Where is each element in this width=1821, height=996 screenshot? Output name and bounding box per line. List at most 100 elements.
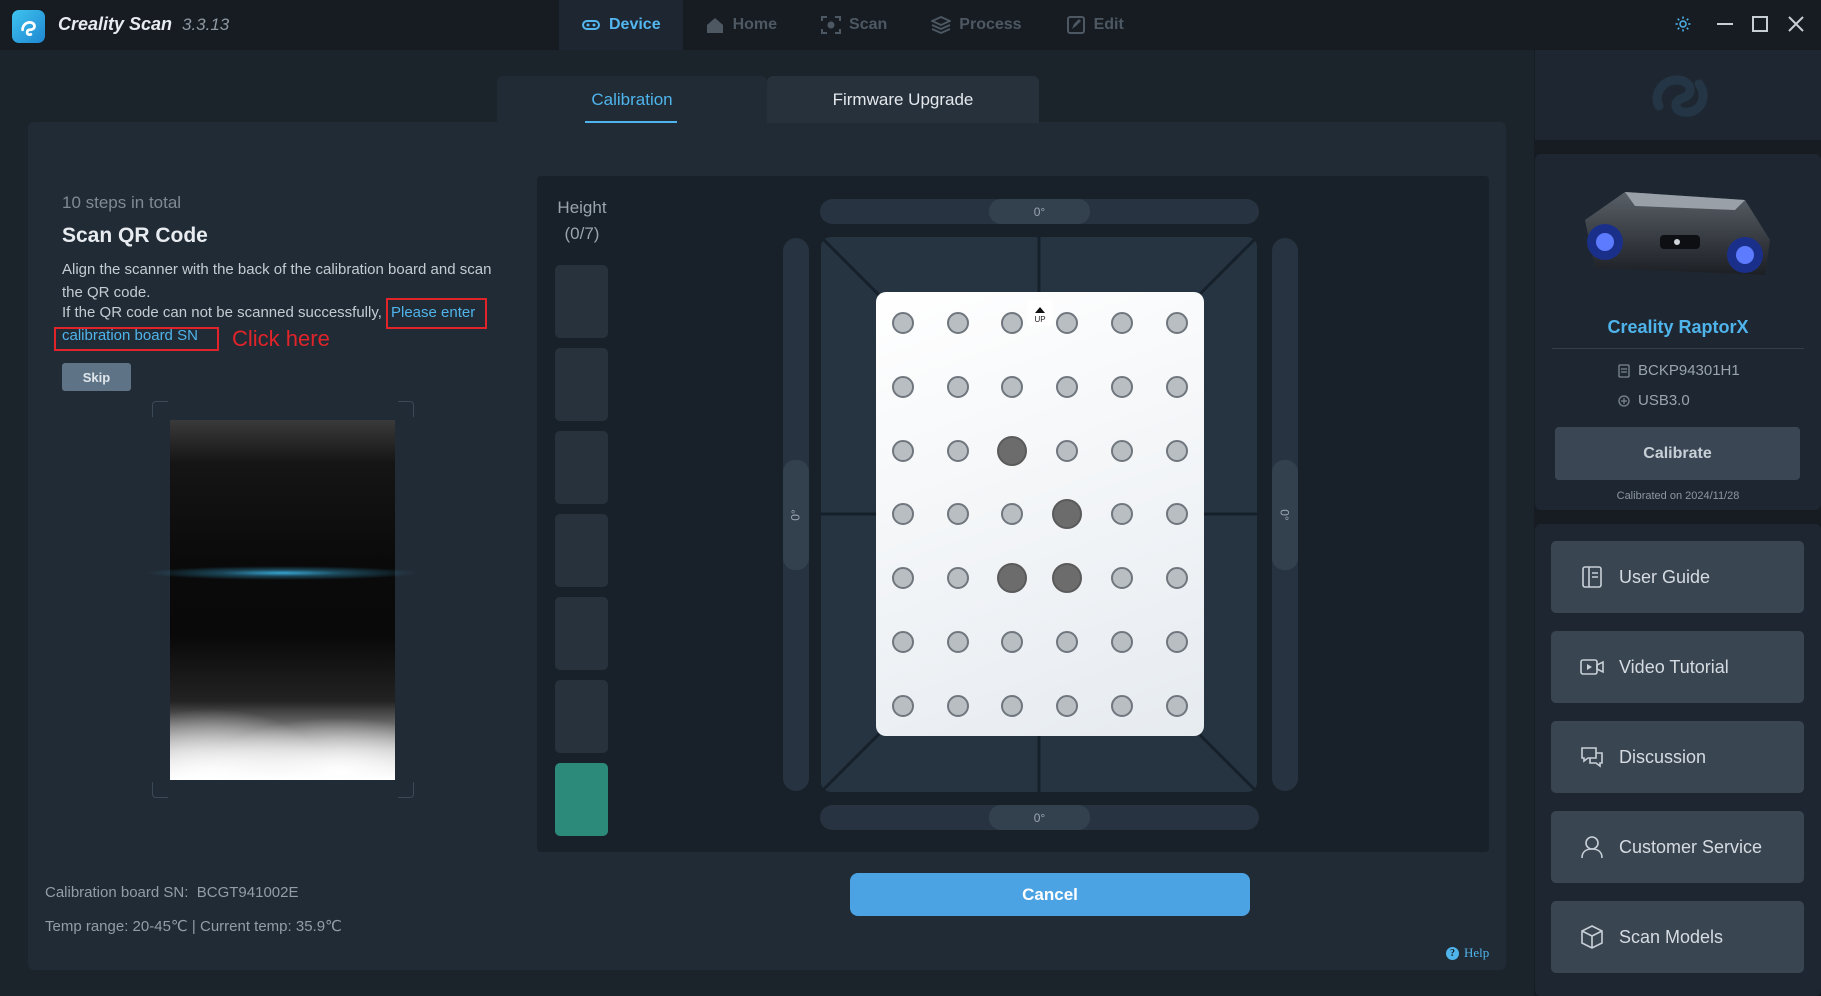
sn-label: Calibration board SN: <box>45 884 189 901</box>
calibrate-button[interactable]: Calibrate <box>1555 427 1800 480</box>
calibration-dot <box>892 694 914 717</box>
left-angle-value: 0° <box>783 460 809 570</box>
layers-icon <box>931 16 952 34</box>
bottom-angle-value: 0° <box>989 805 1090 830</box>
annotation-box-2 <box>54 327 219 351</box>
tab-edit-label: Edit <box>1093 16 1124 33</box>
device-connection: USB3.0 <box>1617 392 1690 409</box>
height-level-7 <box>555 265 608 338</box>
device-connection-value: USB3.0 <box>1638 392 1690 409</box>
calibration-dot <box>1165 694 1188 717</box>
calibration-dot <box>1165 375 1188 398</box>
active-tab-indicator <box>585 121 677 123</box>
calibration-dot <box>1056 631 1079 653</box>
tab-calibration[interactable]: Calibration <box>497 76 767 123</box>
tab-device[interactable]: Device <box>559 0 683 50</box>
height-level-1 <box>555 763 608 836</box>
serial-icon <box>1618 363 1630 378</box>
camera-preview-image <box>170 420 395 780</box>
brand-logo-icon <box>1652 75 1708 117</box>
app-version: 3.3.13 <box>182 15 230 34</box>
calibration-dot <box>946 631 969 653</box>
tab-process[interactable]: Process <box>909 0 1043 50</box>
calibration-dot <box>1165 312 1188 334</box>
chat-icon <box>1581 747 1603 768</box>
calibration-dot <box>892 375 914 398</box>
steps-total: 10 steps in total <box>62 193 182 212</box>
app-logo-icon <box>12 10 45 43</box>
home-icon <box>706 18 723 33</box>
user-guide-button[interactable]: User Guide <box>1551 541 1804 613</box>
calibration-dot <box>1110 567 1133 590</box>
calibration-board <box>876 292 1204 736</box>
calibration-dot <box>1165 503 1188 526</box>
calibration-dot <box>1165 567 1188 590</box>
discussion-button[interactable]: Discussion <box>1551 721 1804 793</box>
device-serial: BCKP94301H1 <box>1617 362 1740 379</box>
calibration-dot <box>1165 631 1188 653</box>
settings-gear-icon[interactable] <box>1671 12 1695 36</box>
close-icon[interactable] <box>1784 12 1808 36</box>
usb-icon <box>1618 394 1630 407</box>
calibration-dot <box>946 503 969 526</box>
cancel-button[interactable]: Cancel <box>850 873 1250 916</box>
calibration-dot <box>946 567 969 590</box>
calibration-dot <box>1056 439 1079 462</box>
right-angle-value: 0° <box>1272 460 1298 570</box>
calibration-dot <box>946 694 969 717</box>
scanner-device-image <box>1585 192 1770 275</box>
calibrated-date: Calibrated on 2024/11/28 <box>1616 490 1740 502</box>
height-label: Height <box>557 198 607 217</box>
calibration-dot <box>892 439 914 462</box>
device-name: Creality RaptorX <box>1607 317 1749 337</box>
tab-calibration-label: Calibration <box>591 89 673 109</box>
up-marker: UP <box>1027 300 1053 326</box>
video-tutorial-button[interactable]: Video Tutorial <box>1551 631 1804 703</box>
calibration-dot <box>1056 375 1079 398</box>
cube-icon <box>1581 925 1603 949</box>
customer-service-button[interactable]: Customer Service <box>1551 811 1804 883</box>
calibration-dot <box>1110 439 1133 462</box>
calibration-dot <box>1110 375 1133 398</box>
device-divider <box>1552 348 1804 349</box>
annotation-click-here: Click here <box>232 326 330 351</box>
calibration-dot <box>892 312 914 334</box>
tab-home[interactable]: Home <box>683 0 799 50</box>
tab-device-label: Device <box>609 16 661 33</box>
tab-edit[interactable]: Edit <box>1044 0 1146 50</box>
height-level-3 <box>555 597 608 670</box>
customer-service-label: Customer Service <box>1619 836 1763 857</box>
headset-icon <box>1581 836 1603 859</box>
skip-button[interactable]: Skip <box>62 363 131 391</box>
height-progress: (0/7) <box>564 224 600 243</box>
height-level-5 <box>555 431 608 504</box>
height-indicator-label: Height (0/7) <box>537 195 627 247</box>
device-serial-value: BCKP94301H1 <box>1638 362 1740 379</box>
calibration-dot <box>1056 312 1079 334</box>
left-angle-text: 0° <box>788 509 803 521</box>
scan-line <box>146 566 418 580</box>
tab-firmware-label: Firmware Upgrade <box>832 89 974 109</box>
calibration-dot <box>1110 312 1133 334</box>
maximize-icon[interactable] <box>1748 12 1772 36</box>
tab-home-label: Home <box>732 16 778 33</box>
tab-firmware-upgrade[interactable]: Firmware Upgrade <box>767 76 1039 123</box>
calibration-dot <box>892 631 914 653</box>
minimize-icon[interactable] <box>1713 12 1737 36</box>
help-link[interactable]: ? Help <box>1446 945 1489 961</box>
video-tutorial-label: Video Tutorial <box>1619 656 1729 677</box>
tab-scan[interactable]: Scan <box>799 0 909 50</box>
calibration-dot <box>1165 439 1188 462</box>
calibration-dot <box>946 312 969 334</box>
help-icon: ? <box>1446 946 1459 960</box>
title-bar: Creality Scan 3.3.13 Device Home Scan Pr… <box>0 0 1821 50</box>
help-label: Help <box>1464 945 1490 960</box>
main-nav: Device Home Scan Process Edit <box>559 0 1146 50</box>
calibration-target-dot <box>997 435 1028 466</box>
app-name: Creality Scan <box>58 14 173 34</box>
top-angle-value: 0° <box>989 199 1090 224</box>
temperature-info: Temp range: 20-45℃ | Current temp: 35.9℃ <box>45 918 342 935</box>
scan-models-button[interactable]: Scan Models <box>1551 901 1804 973</box>
height-level-4 <box>555 514 608 587</box>
video-icon <box>1580 659 1604 675</box>
